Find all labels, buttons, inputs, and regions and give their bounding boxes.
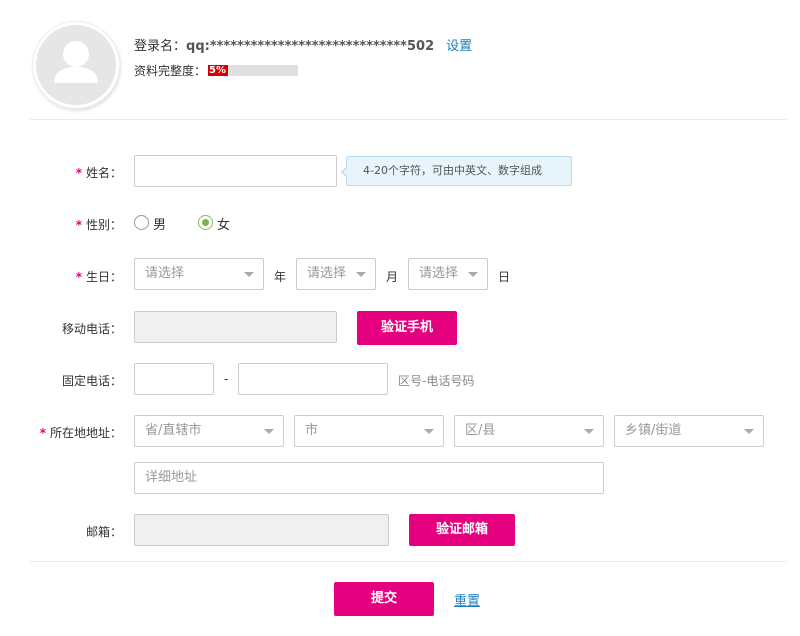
chevron-down-icon <box>468 272 478 277</box>
day-select-value: 请选择 <box>419 266 459 281</box>
chevron-down-icon <box>424 429 434 434</box>
login-line: 登录名：qq:*****************************502 设… <box>134 35 472 54</box>
birthday-year-select[interactable]: 请选择 <box>134 258 264 290</box>
birthday-month-select[interactable]: 请选择 <box>296 258 376 290</box>
gender-label: * 性别： <box>22 216 122 233</box>
name-label: * 姓名： <box>22 164 122 181</box>
email-input[interactable] <box>134 514 389 546</box>
divider-top <box>30 119 787 120</box>
submit-button[interactable]: 提交 <box>334 582 434 616</box>
address-detail-input[interactable]: 详细地址 <box>134 462 604 494</box>
login-name: qq:*****************************502 <box>186 39 435 54</box>
required-mark: * <box>75 166 82 180</box>
city-select[interactable]: 市 <box>294 415 444 447</box>
city-select-value: 市 <box>305 423 319 438</box>
year-select-value: 请选择 <box>145 266 185 281</box>
birthday-label-text: 生日： <box>85 270 122 284</box>
chevron-down-icon <box>264 429 274 434</box>
area-code-input[interactable] <box>134 363 214 395</box>
name-input[interactable] <box>134 155 337 187</box>
avatar[interactable] <box>32 21 120 109</box>
landline-hint: 区号-电话号码 <box>398 374 475 388</box>
verify-mobile-button[interactable]: 验证手机 <box>357 311 457 345</box>
profile-completeness: 资料完整度： 5% <box>134 62 299 79</box>
month-unit: 月 <box>386 270 399 284</box>
birthday-label: * 生日： <box>22 268 122 285</box>
profile-completeness-label: 资料完整度： <box>134 64 207 78</box>
email-label: 邮箱： <box>85 525 122 539</box>
login-label: 登录名： <box>134 39 187 54</box>
name-hint-text: 4-20个字符，可由中英文、数字组成 <box>363 164 542 177</box>
phone-number-input[interactable] <box>238 363 388 395</box>
landline-separator: - <box>224 372 229 386</box>
profile-progress-bar: 5% <box>208 65 299 76</box>
verify-email-button[interactable]: 验证邮箱 <box>409 514 515 546</box>
name-hint-tooltip: 4-20个字符，可由中英文、数字组成 <box>341 156 572 186</box>
month-select-value: 请选择 <box>307 266 347 281</box>
chevron-down-icon <box>356 272 366 277</box>
district-select-value: 区/县 <box>465 423 496 438</box>
address-label: * 所在地地址： <box>22 424 122 441</box>
address-label-text: 所在地地址： <box>49 426 122 440</box>
required-mark: * <box>39 426 46 440</box>
required-mark: * <box>75 270 82 284</box>
year-unit: 年 <box>274 270 287 284</box>
chevron-down-icon <box>744 429 754 434</box>
reset-link[interactable]: 重置 <box>454 590 480 609</box>
district-select[interactable]: 区/县 <box>454 415 604 447</box>
birthday-day-select[interactable]: 请选择 <box>408 258 488 290</box>
town-select-value: 乡镇/街道 <box>625 423 682 438</box>
landline-label: 固定电话： <box>61 374 122 388</box>
province-select-value: 省/直辖市 <box>145 423 202 438</box>
gender-male-label[interactable]: 男 <box>153 214 166 233</box>
required-mark: * <box>75 218 82 232</box>
province-select[interactable]: 省/直辖市 <box>134 415 284 447</box>
user-silhouette-icon <box>54 41 98 83</box>
gender-label-text: 性别： <box>85 218 122 232</box>
profile-progress-fill: 5% <box>208 65 229 76</box>
gender-male-radio[interactable] <box>134 215 149 230</box>
gender-female-label[interactable]: 女 <box>217 214 230 233</box>
chevron-down-icon <box>584 429 594 434</box>
day-unit: 日 <box>498 270 511 284</box>
mobile-label: 移动电话： <box>61 322 122 336</box>
mobile-input[interactable] <box>134 311 337 343</box>
name-label-text: 姓名： <box>85 166 122 180</box>
town-select[interactable]: 乡镇/街道 <box>614 415 764 447</box>
chevron-down-icon <box>244 272 254 277</box>
gender-female-radio[interactable] <box>198 215 213 230</box>
divider-bottom <box>30 561 787 562</box>
settings-link[interactable]: 设置 <box>446 39 472 54</box>
